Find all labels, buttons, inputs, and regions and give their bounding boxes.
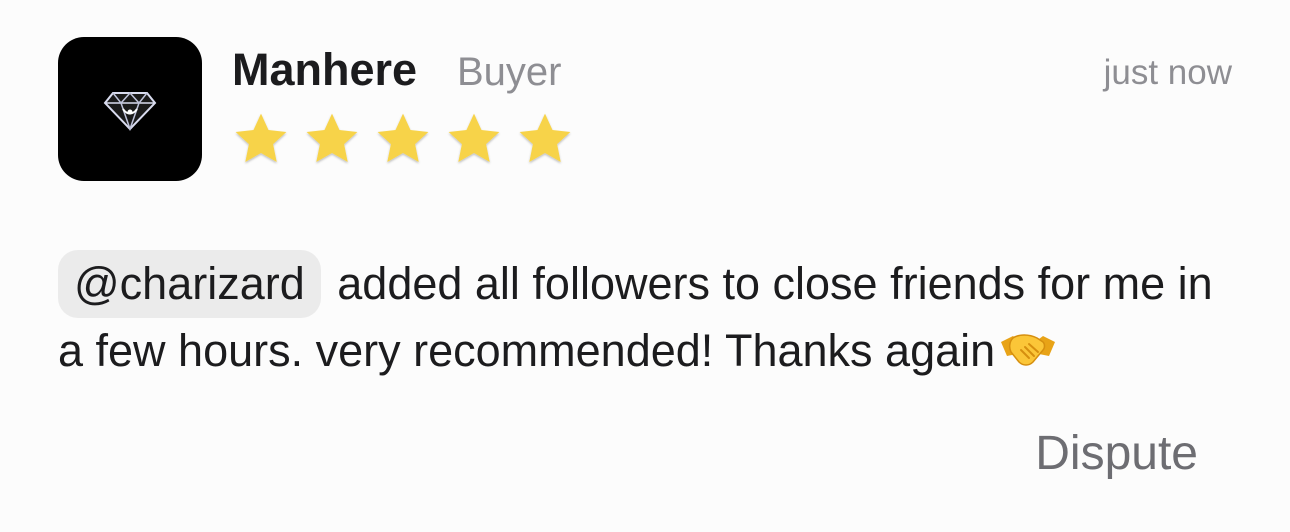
star-icon xyxy=(448,113,500,162)
review-card: Manhere Buyer just now @charizard added … xyxy=(0,0,1290,532)
star-icon xyxy=(235,113,287,162)
star-icon xyxy=(519,113,571,162)
star-icon xyxy=(306,113,358,162)
reviewer-role-badge: Buyer xyxy=(457,50,562,94)
user-mention[interactable]: @charizard xyxy=(58,250,321,318)
reviewer-name[interactable]: Manhere xyxy=(232,44,417,96)
star-rating xyxy=(232,110,574,168)
handshake-emoji-icon xyxy=(1001,334,1056,366)
star-icon xyxy=(377,113,429,162)
review-timestamp: just now xyxy=(1103,53,1232,92)
dispute-button[interactable]: Dispute xyxy=(1035,425,1198,483)
review-body: @charizard added all followers to close … xyxy=(58,250,1238,384)
user-avatar[interactable] xyxy=(58,37,202,181)
diamond-logo-icon xyxy=(103,91,157,131)
